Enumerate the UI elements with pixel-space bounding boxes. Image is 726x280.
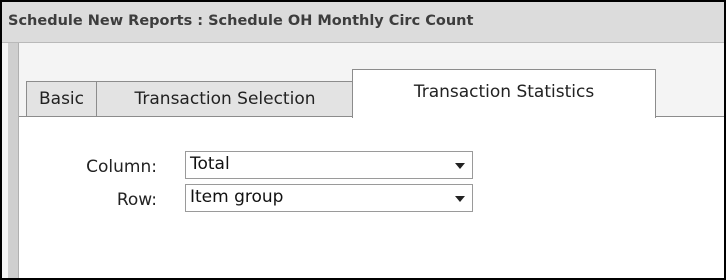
report-window: Schedule New Reports : Schedule OH Month…: [0, 0, 726, 280]
window-title: Schedule New Reports : Schedule OH Month…: [8, 13, 474, 29]
tab-transaction-statistics[interactable]: Transaction Statistics: [352, 69, 656, 118]
tab-transaction-selection[interactable]: Transaction Selection: [96, 81, 354, 116]
chevron-down-icon: [455, 163, 465, 169]
row-select[interactable]: Item group: [185, 184, 473, 212]
column-select-value: Total: [190, 154, 230, 174]
row-label: Row:: [116, 190, 157, 210]
chevron-down-icon: [455, 196, 465, 202]
tab-basic[interactable]: Basic: [26, 81, 97, 116]
left-frame-bar: [8, 43, 19, 278]
column-label: Column:: [86, 157, 157, 177]
column-select[interactable]: Total: [185, 151, 473, 179]
row-select-value: Item group: [190, 187, 284, 207]
title-bar: Schedule New Reports : Schedule OH Month…: [2, 2, 724, 43]
statistics-panel: Column: Total Row: Item group: [19, 117, 724, 278]
